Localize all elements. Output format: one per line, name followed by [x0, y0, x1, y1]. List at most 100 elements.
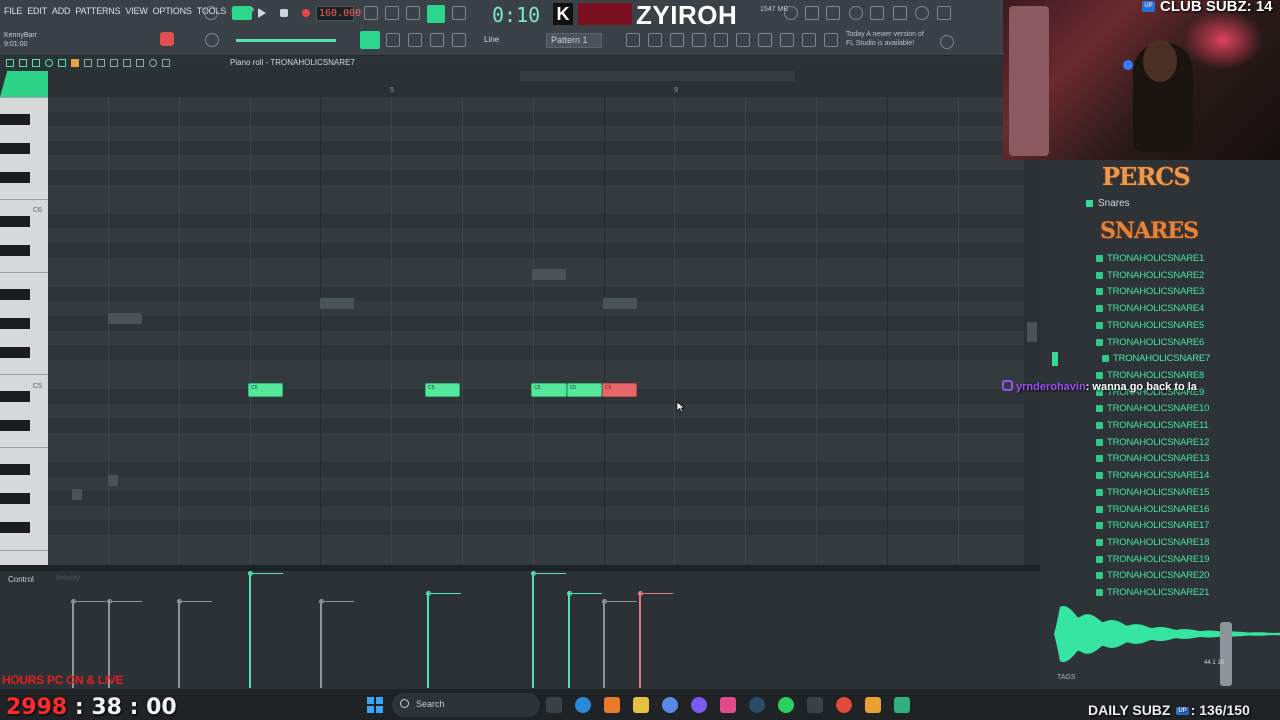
menu-item[interactable]: VIEW: [125, 6, 147, 16]
save-icon[interactable]: [870, 6, 884, 20]
browser-file[interactable]: TRONAHOLICSNARE10: [1095, 403, 1209, 414]
pattern-select[interactable]: Pattern 1: [546, 33, 602, 48]
discord-icon[interactable]: [691, 697, 707, 713]
browser-file[interactable]: TRONAHOLICSNARE2: [1095, 270, 1204, 281]
browser-file[interactable]: TRONAHOLICSNARE11: [1095, 420, 1209, 431]
menu-item[interactable]: EDIT: [27, 6, 47, 16]
loop-record-icon[interactable]: [427, 5, 445, 23]
playback-icon[interactable]: [162, 59, 170, 67]
velocity-handle[interactable]: [319, 599, 324, 604]
help-icon[interactable]: [849, 6, 863, 20]
playlist-icon[interactable]: [360, 31, 380, 49]
master-pitch-slider[interactable]: [236, 39, 336, 42]
steam-icon[interactable]: [749, 697, 765, 713]
browser-file[interactable]: TRONAHOLICSNARE15: [1095, 487, 1209, 498]
black-key[interactable]: [0, 172, 30, 183]
note[interactable]: C5: [602, 383, 638, 397]
note-grid[interactable]: C5 C5 C5 C5 C5: [48, 97, 1024, 565]
tags-label[interactable]: TAGS: [1057, 674, 1076, 681]
undo-icon[interactable]: [58, 59, 66, 67]
browser-file[interactable]: TRONAHOLICSNARE6: [1095, 337, 1204, 348]
plugin-icon[interactable]: [893, 6, 907, 20]
edge-icon[interactable]: [575, 697, 591, 713]
preview-knob[interactable]: [1220, 622, 1232, 686]
cart-icon[interactable]: [824, 33, 838, 47]
browser-file[interactable]: TRONAHOLICSNARE4: [1095, 303, 1204, 314]
piano-keyboard[interactable]: C6 C5: [0, 97, 48, 565]
playlist-window-icon[interactable]: [626, 33, 640, 47]
black-key[interactable]: [0, 113, 30, 125]
link-icon[interactable]: [430, 33, 444, 47]
touch-keyboard-icon[interactable]: [780, 33, 794, 47]
note[interactable]: C5: [248, 383, 284, 397]
vertical-scrollbar[interactable]: [1024, 97, 1040, 565]
velocity-stem[interactable]: [568, 592, 570, 688]
countdown-icon[interactable]: [406, 6, 420, 20]
velocity-handle[interactable]: [107, 599, 112, 604]
news-globe-icon[interactable]: [940, 35, 954, 49]
app-icon-4[interactable]: [894, 697, 910, 713]
mixer-window-icon[interactable]: [692, 33, 706, 47]
delete-icon[interactable]: [97, 59, 105, 67]
velocity-stem[interactable]: [639, 592, 641, 688]
browser-file[interactable]: TRONAHOLICSNARE16: [1095, 504, 1209, 515]
plugin-picker-icon[interactable]: [758, 33, 772, 47]
taskbar-search[interactable]: Search: [392, 693, 540, 717]
velocity-handle[interactable]: [567, 591, 572, 596]
slide-icon[interactable]: [408, 33, 422, 47]
channel-rack-icon[interactable]: [670, 33, 684, 47]
browser-file[interactable]: TRONAHOLICSNARE14: [1095, 470, 1209, 481]
event-editor[interactable]: Control Velocity: [0, 570, 1040, 688]
record-icon[interactable]: [302, 9, 310, 17]
chrome-icon[interactable]: [836, 697, 852, 713]
velocity-handle[interactable]: [602, 599, 607, 604]
app-icon-3[interactable]: [807, 697, 823, 713]
master-volume-knob[interactable]: [205, 33, 219, 47]
menu-item[interactable]: OPTIONS: [153, 6, 192, 16]
black-key[interactable]: [0, 464, 30, 475]
copilot-icon[interactable]: [662, 697, 678, 713]
browser-file[interactable]: TRONAHOLICSNARE17: [1095, 520, 1209, 531]
menu-item[interactable]: FILE: [4, 6, 22, 16]
stamp-icon[interactable]: [452, 33, 466, 47]
mixer-icon[interactable]: [805, 6, 819, 20]
black-key[interactable]: [0, 215, 30, 227]
velocity-handle[interactable]: [71, 599, 76, 604]
fl-studio-icon[interactable]: [865, 697, 881, 713]
slice-icon[interactable]: [123, 59, 131, 67]
velocity-handle[interactable]: [177, 599, 182, 604]
playback-tool-icon[interactable]: [45, 59, 53, 67]
velocity-stem[interactable]: [427, 592, 429, 688]
stop-icon[interactable]: [280, 9, 288, 17]
piano-roll-window-icon[interactable]: [648, 33, 662, 47]
windows-start-icon[interactable]: [367, 697, 383, 713]
black-key[interactable]: [0, 493, 30, 505]
black-key[interactable]: [0, 318, 30, 329]
velocity-handle[interactable]: [248, 571, 253, 576]
news-panel[interactable]: Today A newer version of FL Studio is av…: [846, 30, 936, 48]
mic-icon[interactable]: [826, 6, 840, 20]
control-target[interactable]: Velocity: [56, 575, 80, 582]
browser-file[interactable]: TRONAHOLICSNARE18: [1095, 537, 1209, 548]
zoom-icon[interactable]: [149, 59, 157, 67]
app-icon-2[interactable]: [720, 697, 736, 713]
target-channel-indicator[interactable]: [0, 71, 48, 97]
menu-item[interactable]: ADD: [52, 6, 71, 16]
pencil-icon[interactable]: [71, 59, 79, 67]
wait-icon[interactable]: [385, 6, 399, 20]
note[interactable]: C5: [425, 383, 461, 397]
browser-file[interactable]: TRONAHOLICSNARE19: [1095, 554, 1209, 565]
scroll-overview[interactable]: [520, 71, 795, 81]
plugin-db-icon[interactable]: [736, 33, 750, 47]
velocity-handle[interactable]: [531, 571, 536, 576]
play-icon[interactable]: [258, 8, 266, 18]
tempo-display[interactable]: 160.000: [316, 6, 361, 21]
velocity-stem[interactable]: [178, 600, 180, 688]
browser-file[interactable]: TRONAHOLICSNARE1: [1095, 253, 1204, 264]
browser-file[interactable]: TRONAHOLICSNARE12: [1095, 437, 1209, 448]
note[interactable]: C5: [531, 383, 567, 397]
select-icon[interactable]: [136, 59, 144, 67]
menu-item[interactable]: PATTERNS: [75, 6, 120, 16]
black-key[interactable]: [0, 347, 30, 359]
browser-file[interactable]: TRONAHOLICSNARE5: [1095, 320, 1204, 331]
